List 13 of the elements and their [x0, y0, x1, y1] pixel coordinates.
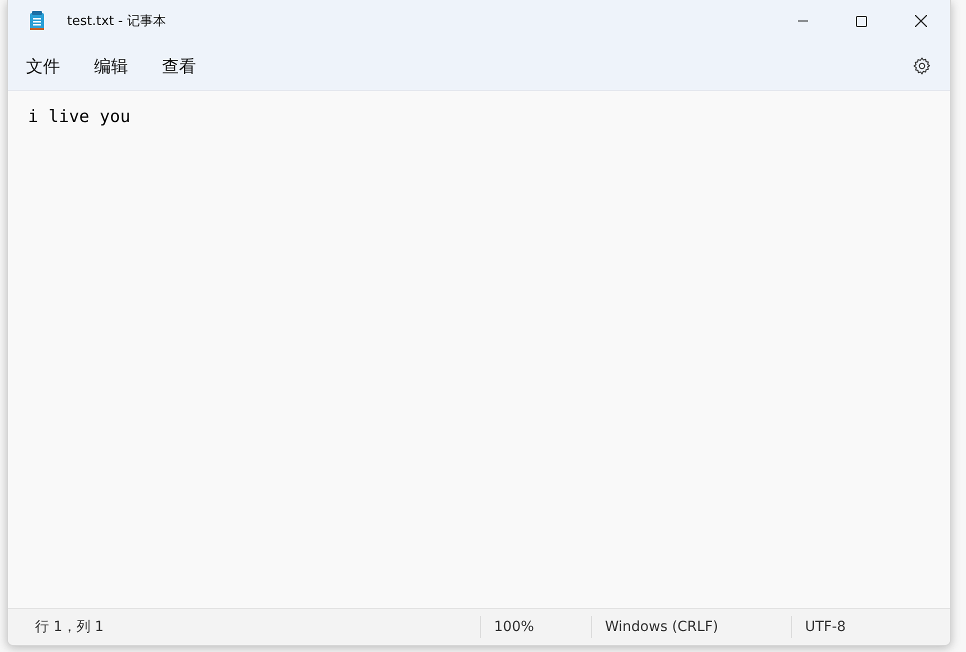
maximize-icon: [856, 16, 867, 26]
window-title: test.txt - 记事本: [67, 13, 166, 30]
status-text: UTF-8: [805, 619, 846, 635]
menu-item[interactable]: 文件: [14, 48, 72, 84]
status-text: 100%: [494, 619, 534, 635]
menu-item[interactable]: 编辑: [82, 48, 140, 84]
notepad-icon: [29, 11, 45, 31]
close-icon: [914, 15, 926, 27]
editor-text: i live you: [28, 107, 130, 127]
menu-item[interactable]: 查看: [150, 48, 208, 84]
status-text: Windows (CRLF): [605, 619, 718, 635]
status-text: 行 1，列 1: [35, 618, 104, 636]
settings-icon[interactable]: [912, 56, 932, 76]
